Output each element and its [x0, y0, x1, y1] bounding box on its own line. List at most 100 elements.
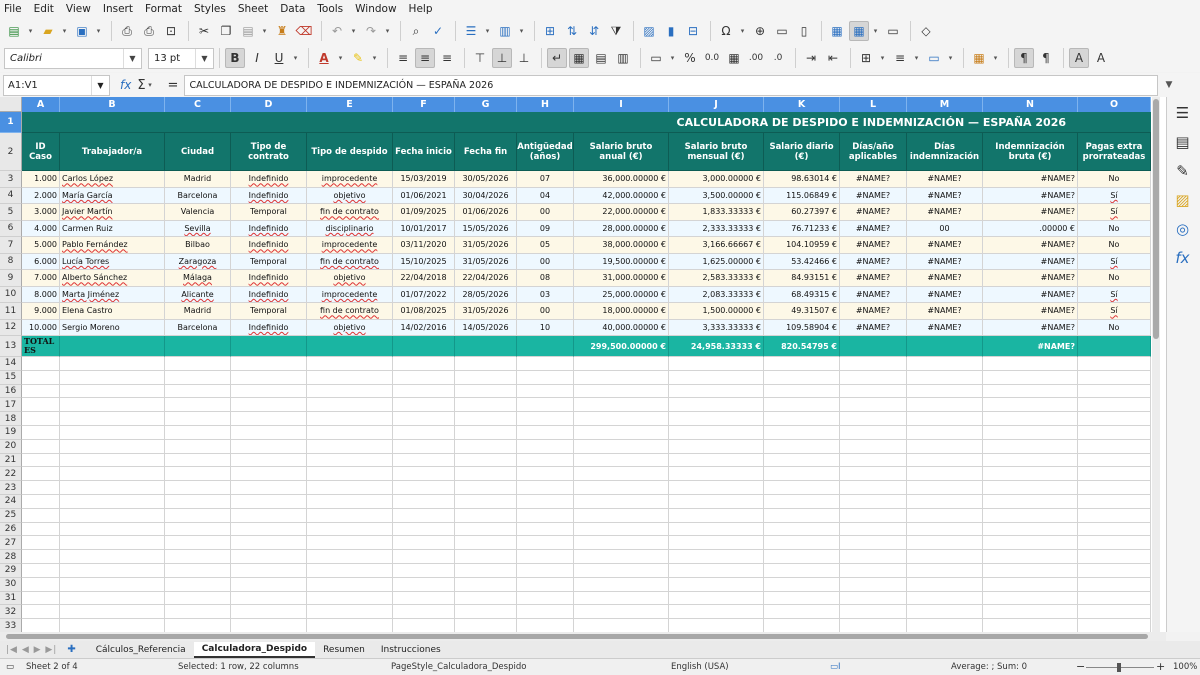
table-cell[interactable]: 31,000.00000 € — [574, 270, 669, 287]
highlight-dropdown-icon[interactable]: ▾ — [370, 48, 379, 68]
table-cell[interactable]: 53.42466 € — [764, 253, 840, 270]
table-cell[interactable]: 68.49315 € — [764, 286, 840, 303]
formula-icon[interactable]: = — [168, 78, 179, 93]
column-header-h[interactable]: H — [517, 97, 574, 112]
empty-cell[interactable] — [669, 536, 764, 551]
table-cell[interactable]: Sí — [1078, 204, 1151, 221]
empty-cell[interactable] — [165, 495, 231, 509]
empty-cell[interactable] — [393, 398, 455, 413]
table-cell[interactable]: #NAME? — [840, 319, 907, 336]
empty-cell[interactable] — [840, 398, 907, 413]
empty-cell[interactable] — [907, 591, 983, 606]
table-cell[interactable]: #NAME? — [907, 270, 983, 287]
empty-cell[interactable] — [840, 508, 907, 523]
table-cell[interactable]: 00 — [517, 204, 574, 221]
table-cell[interactable]: 09 — [517, 220, 574, 237]
empty-cell[interactable] — [165, 398, 231, 413]
totals-cell[interactable] — [455, 336, 517, 357]
empty-cell[interactable] — [455, 481, 517, 495]
header-cell[interactable]: Ciudad — [165, 133, 231, 171]
row-header-9[interactable]: 9 — [0, 270, 22, 287]
empty-cell[interactable] — [393, 426, 455, 440]
empty-cell[interactable] — [165, 439, 231, 454]
empty-cell[interactable] — [669, 481, 764, 495]
empty-cell[interactable] — [455, 550, 517, 564]
empty-cell[interactable] — [165, 412, 231, 426]
table-cell[interactable]: objetivo — [307, 319, 393, 336]
gallery-icon[interactable]: ▨ — [1173, 190, 1193, 210]
row-header-29[interactable]: 29 — [0, 564, 22, 578]
table-cell[interactable]: 1,500.00000 € — [669, 303, 764, 320]
menu-styles[interactable]: Styles — [194, 3, 226, 15]
empty-cell[interactable] — [669, 384, 764, 399]
empty-cell[interactable] — [231, 605, 307, 620]
empty-cell[interactable] — [517, 467, 574, 482]
empty-cell[interactable] — [669, 522, 764, 537]
expand-formula-bar-icon[interactable]: ▼ — [1164, 75, 1173, 95]
empty-cell[interactable] — [455, 495, 517, 509]
menu-tools[interactable]: Tools — [317, 3, 343, 15]
menu-format[interactable]: Format — [145, 3, 182, 15]
row-header-26[interactable]: 26 — [0, 522, 22, 537]
define-print-area-icon[interactable]: ▦ — [827, 21, 847, 41]
table-cell[interactable]: #NAME? — [907, 286, 983, 303]
tab-navigation-icon[interactable]: |◀ ◀ ▶ ▶| — [6, 645, 57, 655]
row-header-28[interactable]: 28 — [0, 550, 22, 564]
totals-cell[interactable] — [231, 336, 307, 357]
menu-icon[interactable]: ☰ — [1173, 103, 1193, 123]
table-cell[interactable]: #NAME? — [907, 253, 983, 270]
empty-cell[interactable] — [165, 384, 231, 399]
header-cell[interactable]: ID Caso — [22, 133, 60, 171]
headers-footers-icon[interactable]: ▯ — [794, 21, 814, 41]
show-draw-functions-icon[interactable]: ◇ — [916, 21, 936, 41]
empty-cell[interactable] — [907, 577, 983, 592]
empty-cell[interactable] — [840, 439, 907, 454]
empty-cell[interactable] — [983, 439, 1078, 454]
empty-cell[interactable] — [517, 398, 574, 413]
table-cell[interactable]: 4.000 — [22, 220, 60, 237]
table-cell[interactable]: #NAME? — [983, 237, 1078, 254]
empty-cell[interactable] — [22, 384, 60, 399]
row-header-11[interactable]: 11 — [0, 303, 22, 320]
row-header-1[interactable]: 1 — [0, 112, 22, 133]
empty-cell[interactable] — [307, 384, 393, 399]
empty-cell[interactable] — [393, 370, 455, 385]
column-header-f[interactable]: F — [393, 97, 455, 112]
unmerge-cells-icon[interactable]: ▥ — [613, 48, 633, 68]
table-cell[interactable]: 14/02/2016 — [393, 319, 455, 336]
table-cell[interactable]: 76.71233 € — [764, 220, 840, 237]
empty-cell[interactable] — [983, 384, 1078, 399]
empty-cell[interactable] — [165, 370, 231, 385]
row-header-22[interactable]: 22 — [0, 467, 22, 482]
date-format-icon[interactable]: ▦ — [724, 48, 744, 68]
header-cell[interactable]: Indemnización bruta (€) — [983, 133, 1078, 171]
table-cell[interactable]: #NAME? — [907, 171, 983, 188]
empty-cell[interactable] — [393, 439, 455, 454]
empty-cell[interactable] — [393, 495, 455, 509]
left-to-right-icon[interactable]: ¶ — [1014, 48, 1034, 68]
table-cell[interactable]: Lucía Torres — [60, 253, 165, 270]
open-folder-icon[interactable]: ▰ — [38, 21, 58, 41]
table-cell[interactable]: Indefinido — [231, 319, 307, 336]
empty-cell[interactable] — [574, 467, 669, 482]
empty-cell[interactable] — [393, 412, 455, 426]
menu-insert[interactable]: Insert — [103, 3, 133, 15]
row-header-10[interactable]: 10 — [0, 286, 22, 303]
row-header-31[interactable]: 31 — [0, 591, 22, 606]
empty-cell[interactable] — [574, 550, 669, 564]
empty-cell[interactable] — [60, 536, 165, 551]
empty-cell[interactable] — [669, 495, 764, 509]
empty-cell[interactable] — [455, 370, 517, 385]
empty-cell[interactable] — [231, 412, 307, 426]
empty-cell[interactable] — [574, 495, 669, 509]
empty-cell[interactable] — [517, 481, 574, 495]
empty-cell[interactable] — [231, 357, 307, 371]
empty-cell[interactable] — [307, 577, 393, 592]
table-cell[interactable]: 25,000.00000 € — [574, 286, 669, 303]
empty-cell[interactable] — [983, 508, 1078, 523]
header-cell[interactable]: Salario bruto anual (€) — [574, 133, 669, 171]
percent-format-icon[interactable]: % — [680, 48, 700, 68]
borders-dropdown-icon[interactable]: ▾ — [878, 48, 887, 68]
empty-cell[interactable] — [907, 439, 983, 454]
table-cell[interactable]: 7.000 — [22, 270, 60, 287]
